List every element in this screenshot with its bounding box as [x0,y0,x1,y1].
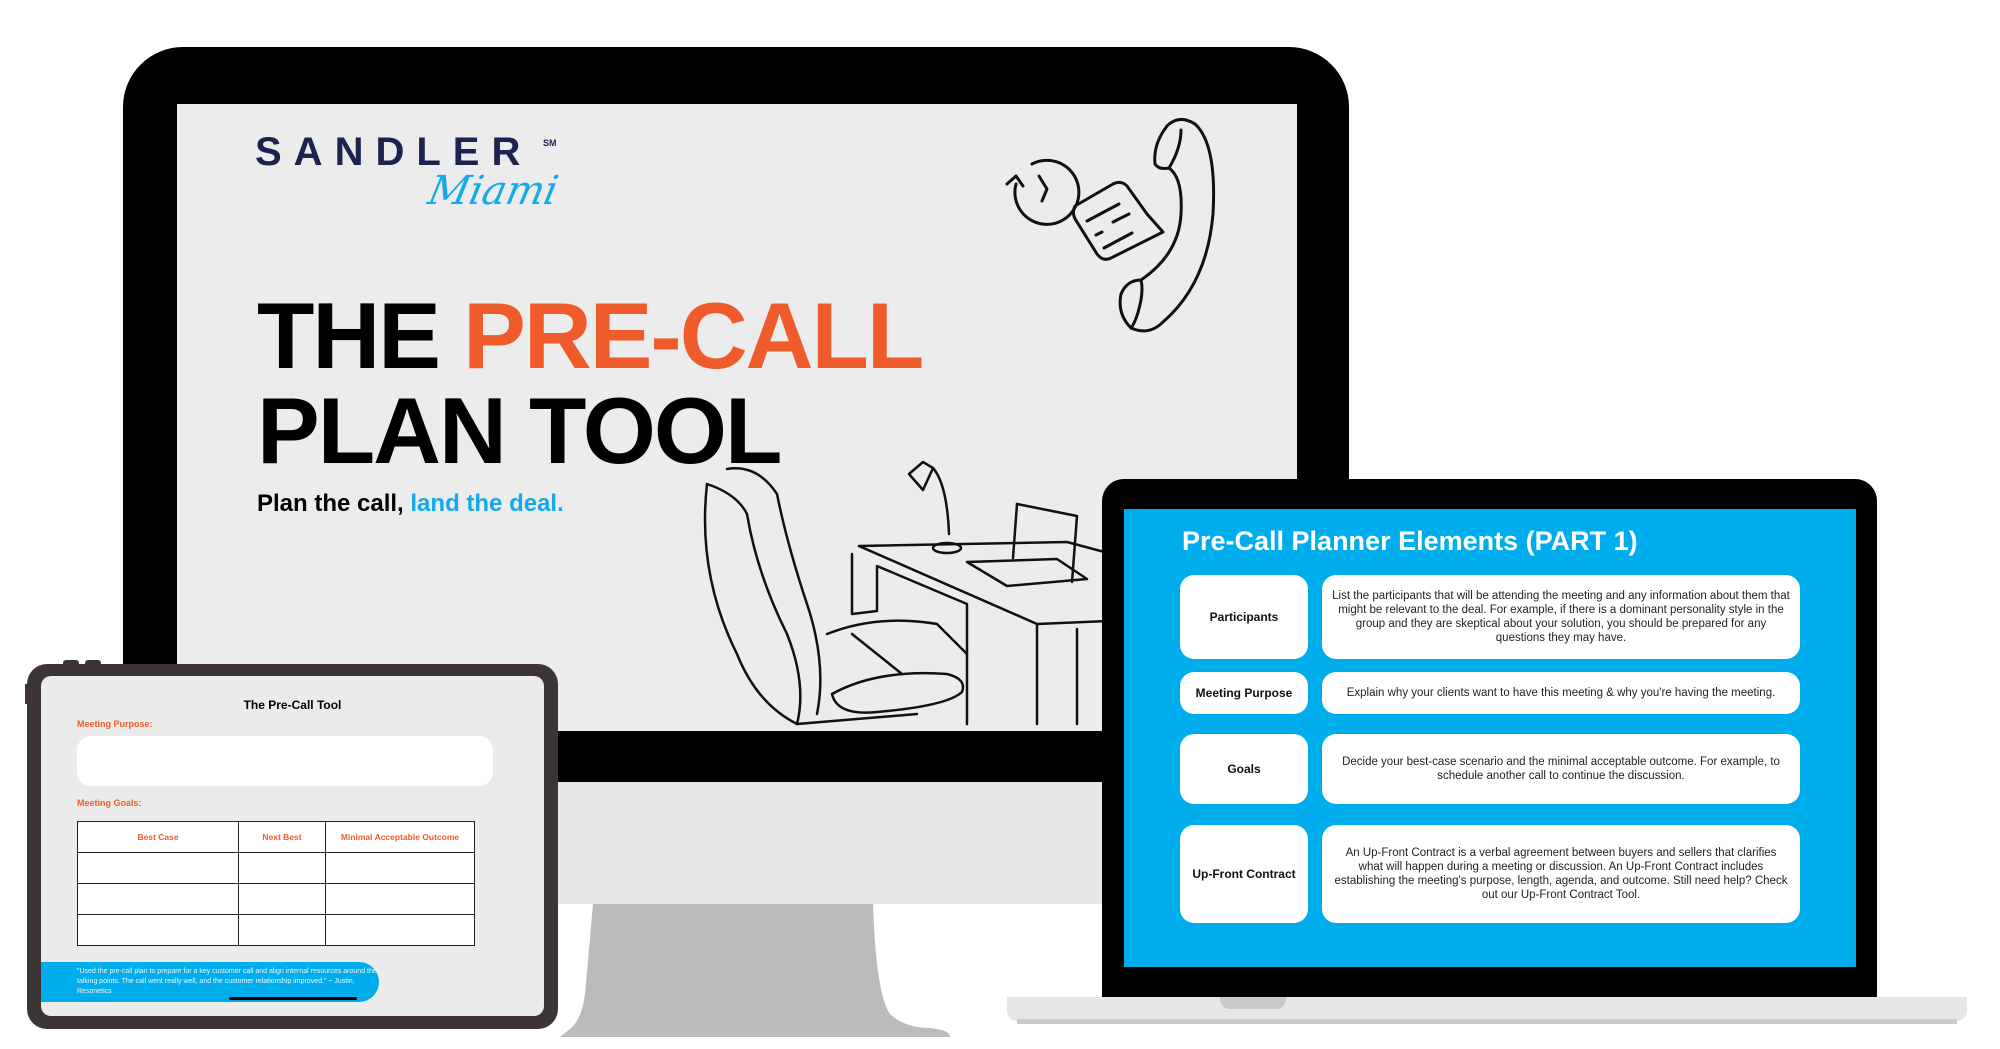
planner-elements-title: Pre-Call Planner Elements (PART 1) [1182,526,1638,556]
planner-row-description: List the participants that will be atten… [1322,575,1800,659]
planner-row-meeting-purpose: Meeting Purpose Explain why your clients… [1180,672,1802,714]
tablet-screen: The Pre-Call Tool Meeting Purpose: Meeti… [41,676,544,1016]
office-chair-drawing [703,467,969,726]
clock-refresh-icon [1005,158,1081,226]
table-cell-input[interactable] [238,914,326,946]
hero-title-prefix: THE [257,283,464,388]
tablet-home-indicator[interactable] [229,997,357,1000]
table-cell-input[interactable] [238,883,326,915]
table-cell-input[interactable] [77,914,239,946]
desktop-monitor-stand [560,904,950,1037]
laptop-base-shadow [1017,1019,1957,1024]
table-cell-input[interactable] [77,852,239,884]
planner-row-description: Explain why your clients want to have th… [1322,672,1800,714]
meeting-goals-table: Best Case Next Best Minimal Acceptable O… [77,821,475,946]
hero-title-accent: PRE-CALL [463,283,924,388]
planner-row-description: An Up-Front Contract is a verbal agreeme… [1322,825,1800,923]
table-cell-input[interactable] [325,883,475,915]
planner-row-participants: Participants List the participants that … [1180,575,1802,659]
testimonial-quote: "Used the pre-call plan to prepare for a… [41,962,379,1002]
table-cell-input[interactable] [238,852,326,884]
column-header-minimal-outcome: Minimal Acceptable Outcome [325,821,475,853]
meeting-goals-label: Meeting Goals: [77,798,142,808]
planner-row-goals: Goals Decide your best-case scenario and… [1180,734,1802,804]
note-icon [1071,180,1165,261]
planner-row-up-front-contract: Up-Front Contract An Up-Front Contract i… [1180,825,1802,923]
table-cell-input[interactable] [77,883,239,915]
pre-call-tool-title: The Pre-Call Tool [243,698,342,712]
tagline-accent: land the deal. [410,490,564,517]
tagline-prefix: Plan the call, [257,490,411,517]
phone-call-illustration [1005,118,1216,333]
hero-title-line-1: THE PRE-CALL [257,282,924,390]
meeting-purpose-input[interactable] [77,736,493,786]
planner-row-label: Up-Front Contract [1180,825,1308,923]
planner-row-label: Meeting Purpose [1180,672,1308,714]
laptop-screen: Pre-Call Planner Elements (PART 1) Parti… [1124,509,1856,967]
lamp-drawing [907,460,963,555]
planner-row-description: Decide your best-case scenario and the m… [1322,734,1800,804]
planner-row-label: Goals [1180,734,1308,804]
column-header-best-case: Best Case [77,821,239,853]
planner-row-label: Participants [1180,575,1308,659]
hero-tagline: Plan the call, land the deal. [257,490,564,518]
table-row [77,852,475,884]
phone-handset-icon [1118,118,1216,333]
table-header-row: Best Case Next Best Minimal Acceptable O… [77,821,475,853]
table-row [77,914,475,946]
table-cell-input[interactable] [325,914,475,946]
meeting-purpose-label: Meeting Purpose: [77,719,153,729]
laptop-hinge-notch [1220,997,1286,1009]
laptop-base [1007,997,1967,1021]
table-row [77,883,475,915]
table-cell-input[interactable] [325,852,475,884]
service-mark: SM [543,138,557,148]
column-header-next-best: Next Best [238,821,326,853]
miami-script-logo: Miami [424,168,563,214]
laptop-drawing [965,502,1089,588]
